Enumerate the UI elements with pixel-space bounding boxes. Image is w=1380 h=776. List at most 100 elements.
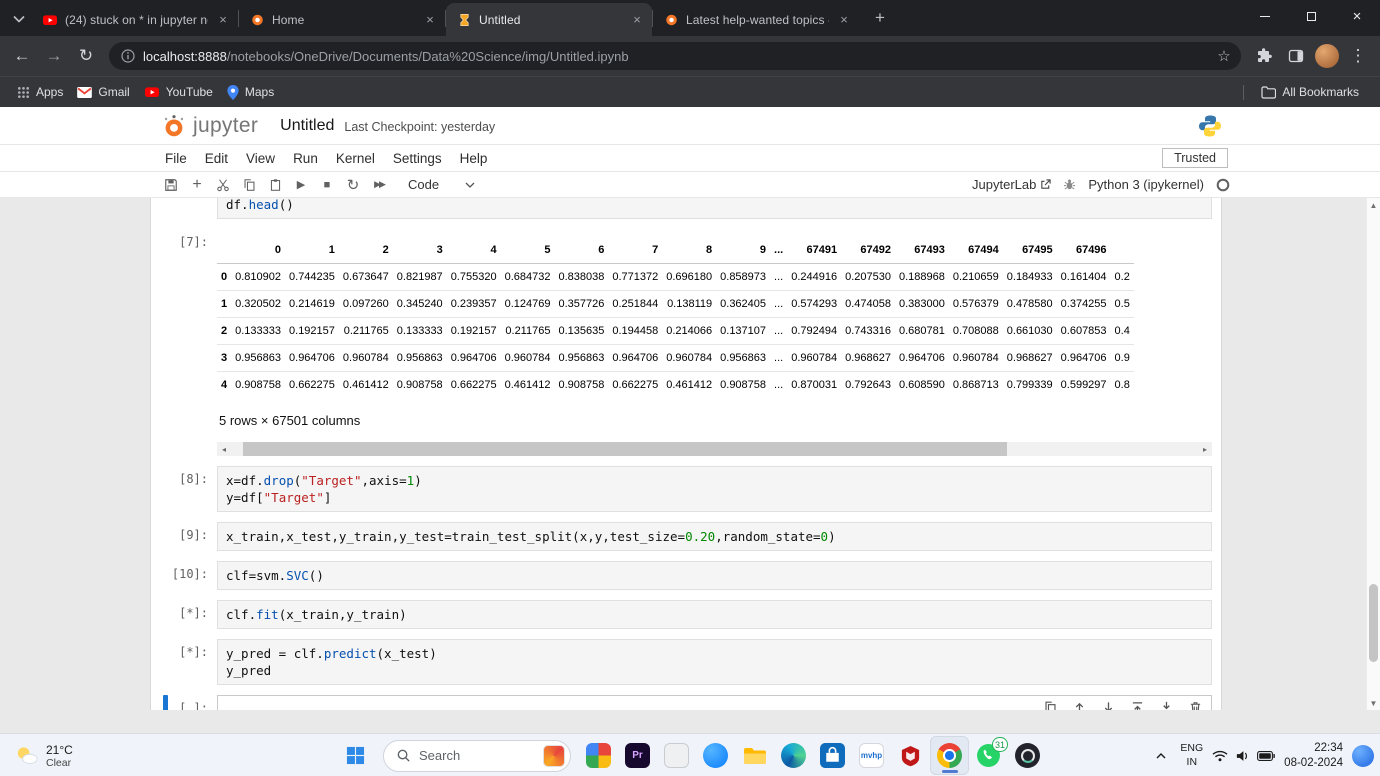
output-area[interactable]: [7]:0123456789...67491674926749367494674… xyxy=(151,229,1221,456)
taskbar-app-premiere[interactable]: Pr xyxy=(618,736,657,775)
jupyter-logo[interactable]: jupyter xyxy=(160,112,258,140)
language-indicator[interactable]: ENG IN xyxy=(1180,742,1203,768)
search-highlight-icon[interactable] xyxy=(543,745,565,767)
taskbar-search[interactable]: Search xyxy=(383,740,571,772)
bookmark-youtube[interactable]: YouTube xyxy=(137,80,220,104)
debugger-icon[interactable] xyxy=(1063,178,1076,191)
notebook-scroll-area[interactable]: df.head() [7]:0123456789...67491674926749… xyxy=(0,198,1380,733)
back-icon[interactable]: ← xyxy=(7,41,37,71)
taskbar-app-obs[interactable] xyxy=(1008,736,1047,775)
cell-editor[interactable]: x=df.drop("Target",axis=1)y=df["Target"] xyxy=(217,466,1212,512)
tray-expand-icon[interactable] xyxy=(1151,752,1171,760)
taskbar-app-mcafee[interactable] xyxy=(891,736,930,775)
volume-icon[interactable] xyxy=(1235,750,1250,762)
site-info-icon[interactable] xyxy=(121,49,135,63)
cell-type-dropdown[interactable]: Code xyxy=(408,177,475,192)
notebook-title[interactable]: Untitled xyxy=(280,117,334,135)
menu-help[interactable]: Help xyxy=(451,147,497,170)
browser-tab-1[interactable]: (24) stuck on * in jupyter noteb...× xyxy=(32,3,238,36)
bookmark-star-icon[interactable]: ☆ xyxy=(1211,43,1237,69)
weather-widget[interactable]: 21°C Clear xyxy=(8,738,79,773)
battery-icon[interactable] xyxy=(1257,751,1275,761)
cut-cells-icon[interactable] xyxy=(210,174,236,196)
maximize-button[interactable] xyxy=(1288,0,1334,32)
menu-file[interactable]: File xyxy=(156,147,196,170)
reload-icon[interactable]: ↻ xyxy=(71,41,101,71)
paste-cells-icon[interactable] xyxy=(262,174,288,196)
side-panel-icon[interactable] xyxy=(1281,41,1311,71)
taskbar-clock[interactable]: 22:34 08-02-2024 xyxy=(1284,741,1343,771)
insert-cell-below-icon[interactable] xyxy=(1159,700,1174,710)
tab-close-icon[interactable]: × xyxy=(836,12,852,28)
taskbar-app-mvp[interactable]: mvhp xyxy=(852,736,891,775)
bookmark-gmail[interactable]: Gmail xyxy=(70,80,136,104)
hscroll-thumb[interactable] xyxy=(243,442,1007,456)
tab-close-icon[interactable]: × xyxy=(629,12,645,28)
chrome-menu-icon[interactable]: ⋮ xyxy=(1343,41,1373,71)
scrollbar-thumb[interactable] xyxy=(1369,584,1378,662)
browser-tab-3[interactable]: Untitled× xyxy=(446,3,652,36)
horizontal-scrollbar[interactable]: ◂▸ xyxy=(217,442,1212,456)
scroll-down-icon[interactable]: ▼ xyxy=(1367,696,1380,710)
run-cell-icon[interactable]: ▶ xyxy=(288,174,314,196)
tab-close-icon[interactable]: × xyxy=(215,12,231,28)
code-cell[interactable]: [8]:x=df.drop("Target",axis=1)y=df["Targ… xyxy=(151,466,1221,512)
bookmark-maps[interactable]: Maps xyxy=(220,80,281,104)
bookmark-apps[interactable]: Apps xyxy=(10,80,70,104)
scrollbar-track[interactable] xyxy=(1367,212,1380,696)
delete-cell-icon[interactable] xyxy=(1188,700,1203,710)
restart-kernel-icon[interactable]: ↻ xyxy=(340,174,366,196)
kernel-name[interactable]: Python 3 (ipykernel) xyxy=(1088,177,1204,192)
cell-editor[interactable]: x_train,x_test,y_train,y_test=train_test… xyxy=(217,522,1212,551)
code-cell[interactable]: [ ]: xyxy=(151,695,1221,710)
taskbar-app-edge[interactable] xyxy=(774,736,813,775)
duplicate-cell-icon[interactable] xyxy=(1043,700,1058,710)
save-icon[interactable] xyxy=(158,174,184,196)
profile-avatar[interactable] xyxy=(1315,44,1339,68)
address-bar[interactable]: localhost:8888/notebooks/OneDrive/Docume… xyxy=(109,42,1241,70)
taskbar-app-photos[interactable] xyxy=(579,736,618,775)
menu-kernel[interactable]: Kernel xyxy=(327,147,384,170)
insert-cell-icon[interactable]: + xyxy=(184,174,210,196)
restart-run-all-icon[interactable]: ▶▶ xyxy=(366,174,392,196)
forward-icon[interactable]: → xyxy=(39,41,69,71)
cell-editor[interactable]: clf.fit(x_train,y_train) xyxy=(217,600,1212,629)
tab-close-icon[interactable]: × xyxy=(422,12,438,28)
wifi-icon[interactable] xyxy=(1212,750,1228,762)
code-cell[interactable]: [*]:clf.fit(x_train,y_train) xyxy=(151,600,1221,629)
menu-run[interactable]: Run xyxy=(284,147,327,170)
trusted-badge[interactable]: Trusted xyxy=(1162,148,1228,168)
browser-tab-2[interactable]: Home× xyxy=(239,3,445,36)
open-in-jupyterlab-link[interactable]: JupyterLab xyxy=(972,177,1051,192)
scroll-right-icon[interactable]: ▸ xyxy=(1198,442,1212,456)
tab-search-icon[interactable] xyxy=(6,4,32,34)
interrupt-kernel-icon[interactable]: ■ xyxy=(314,174,340,196)
taskbar-app-snip[interactable] xyxy=(657,736,696,775)
move-cell-down-icon[interactable] xyxy=(1101,700,1116,710)
cell-editor[interactable]: df.head() xyxy=(217,198,1212,219)
extensions-icon[interactable] xyxy=(1249,41,1279,71)
scroll-left-icon[interactable]: ◂ xyxy=(217,442,231,456)
scroll-up-icon[interactable]: ▲ xyxy=(1367,198,1380,212)
taskbar-app-whatsapp[interactable]: 31 xyxy=(969,736,1008,775)
taskbar-app-explorer[interactable] xyxy=(735,736,774,775)
copy-cells-icon[interactable] xyxy=(236,174,262,196)
menu-edit[interactable]: Edit xyxy=(196,147,237,170)
page-scrollbar[interactable]: ▲ ▼ xyxy=(1366,198,1380,710)
taskbar-app-chrome[interactable] xyxy=(930,736,969,775)
taskbar-app-store[interactable] xyxy=(813,736,852,775)
notification-icon[interactable] xyxy=(1352,745,1374,767)
insert-cell-above-icon[interactable] xyxy=(1130,700,1145,710)
code-cell[interactable]: [10]:clf=svm.SVC() xyxy=(151,561,1221,590)
close-button[interactable]: × xyxy=(1334,0,1380,32)
code-cell[interactable]: df.head() xyxy=(151,198,1221,219)
menu-settings[interactable]: Settings xyxy=(384,147,451,170)
menu-view[interactable]: View xyxy=(237,147,284,170)
code-cell[interactable]: [*]:y_pred = clf.predict(x_test)y_pred xyxy=(151,639,1221,685)
cell-editor[interactable]: y_pred = clf.predict(x_test)y_pred xyxy=(217,639,1212,685)
start-button[interactable] xyxy=(336,736,375,775)
hscroll-track[interactable] xyxy=(231,442,1198,456)
cell-editor[interactable]: clf=svm.SVC() xyxy=(217,561,1212,590)
code-cell[interactable]: [9]:x_train,x_test,y_train,y_test=train_… xyxy=(151,522,1221,551)
move-cell-up-icon[interactable] xyxy=(1072,700,1087,710)
